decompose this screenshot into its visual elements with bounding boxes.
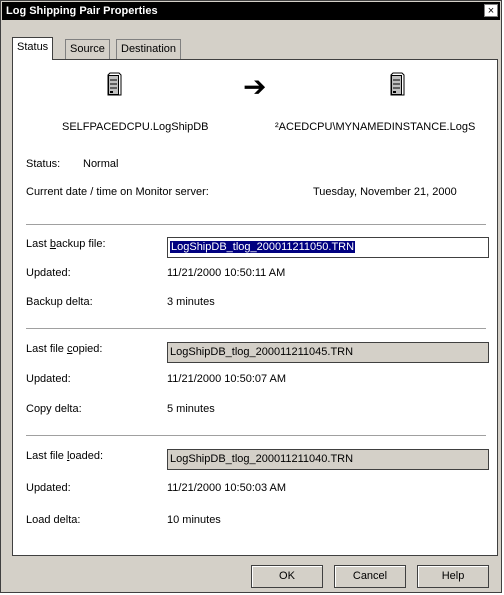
load-delta-label: Load delta: — [26, 514, 81, 526]
window-title: Log Shipping Pair Properties — [6, 5, 158, 17]
last-file-loaded-field[interactable]: LogShipDB_tlog_200011211040.TRN — [167, 449, 489, 470]
backup-delta-label: Backup delta: — [26, 296, 93, 308]
last-file-loaded-value: LogShipDB_tlog_200011211040.TRN — [170, 453, 354, 465]
help-button[interactable]: Help — [417, 565, 489, 588]
last-backup-file-label: Last backup file: — [26, 238, 106, 250]
close-icon[interactable]: × — [484, 4, 498, 17]
last-file-copied-label: Last file copied: — [26, 343, 103, 355]
tab-status[interactable]: Status — [12, 37, 54, 60]
separator — [26, 435, 486, 437]
copy-updated-label: Updated: — [26, 373, 71, 385]
log-shipping-dialog: Log Shipping Pair Properties × Status So… — [0, 0, 502, 593]
backup-updated-label: Updated: — [26, 267, 71, 279]
last-file-copied-field[interactable]: LogShipDB_tlog_200011211045.TRN — [167, 342, 489, 363]
datetime-value: Tuesday, November 21, 2000 — [313, 186, 457, 198]
last-file-loaded-label: Last file loaded: — [26, 450, 104, 462]
last-file-copied-value: LogShipDB_tlog_200011211045.TRN — [170, 346, 354, 358]
separator — [26, 224, 486, 226]
source-server-icon — [107, 72, 122, 96]
copy-updated-value: 11/21/2000 10:50:07 AM — [167, 373, 287, 385]
load-updated-label: Updated: — [26, 482, 71, 494]
destination-db-name: ²ACEDCPU\MYNAMEDINSTANCE.LogS — [275, 121, 476, 133]
load-delta-value: 10 minutes — [167, 514, 221, 526]
tab-source[interactable]: Source — [65, 39, 110, 59]
arrow-icon: ➔ — [243, 71, 267, 102]
destination-server-icon — [390, 72, 405, 96]
last-backup-file-field[interactable]: LogShipDB_tlog_200011211050.TRN — [167, 237, 489, 258]
tab-status-label: Status — [17, 41, 49, 53]
tab-source-label: Source — [70, 43, 105, 55]
ok-button[interactable]: OK — [251, 565, 323, 588]
copy-delta-value: 5 minutes — [167, 403, 215, 415]
status-value: Normal — [83, 158, 119, 170]
backup-updated-value: 11/21/2000 10:50:11 AM — [167, 267, 286, 279]
status-label: Status: — [26, 158, 61, 170]
last-backup-file-value: LogShipDB_tlog_200011211050.TRN — [170, 241, 356, 253]
status-panel: ➔ SELFPACEDCPU.LogShipDB ²ACEDCPU\MYNAME… — [12, 59, 498, 556]
separator — [26, 328, 486, 330]
tab-destination[interactable]: Destination — [116, 39, 182, 59]
tab-destination-label: Destination — [121, 43, 177, 55]
cancel-button[interactable]: Cancel — [334, 565, 406, 588]
title-bar[interactable]: Log Shipping Pair Properties × — [2, 2, 500, 20]
load-updated-value: 11/21/2000 10:50:03 AM — [167, 482, 287, 494]
source-db-name: SELFPACEDCPU.LogShipDB — [62, 121, 209, 133]
datetime-label: Current date / time on Monitor server: — [26, 186, 209, 198]
backup-delta-value: 3 minutes — [167, 296, 215, 308]
copy-delta-label: Copy delta: — [26, 403, 82, 415]
